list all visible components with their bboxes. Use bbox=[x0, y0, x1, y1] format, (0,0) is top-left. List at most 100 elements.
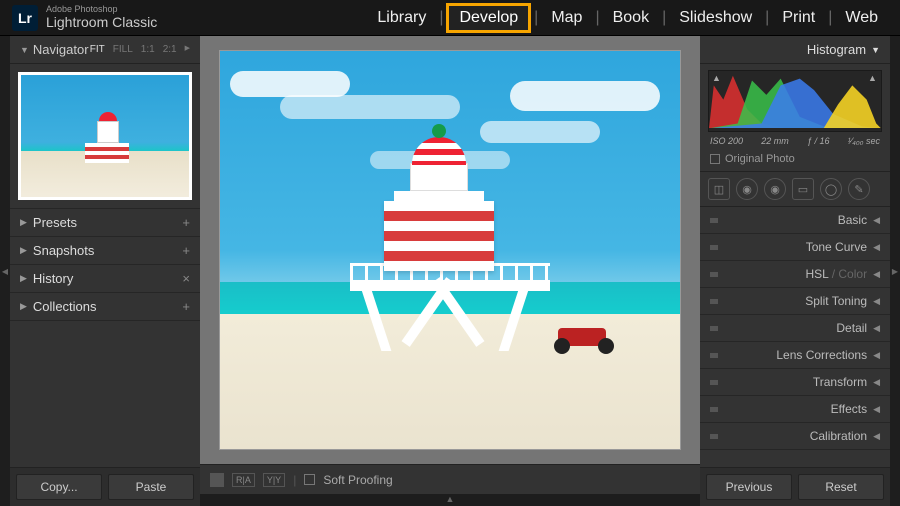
module-print[interactable]: Print bbox=[772, 5, 825, 31]
panel-toggle-icon[interactable] bbox=[710, 272, 718, 277]
chevron-left-icon: ◀ bbox=[873, 431, 880, 442]
panel-effects[interactable]: Effects ◀ bbox=[700, 396, 890, 423]
panel-label: Calibration bbox=[810, 429, 867, 443]
module-map[interactable]: Map bbox=[541, 5, 592, 31]
chevron-left-icon: ◀ bbox=[873, 215, 880, 226]
panel-label: Basic bbox=[838, 213, 867, 227]
module-book[interactable]: Book bbox=[603, 5, 659, 31]
panel-collections[interactable]: ▶ Collections + bbox=[10, 293, 200, 321]
panel-tone-curve[interactable]: Tone Curve ◀ bbox=[700, 234, 890, 261]
zoom-more-icon[interactable]: ▶ bbox=[185, 44, 190, 55]
zoom-fit[interactable]: FIT bbox=[90, 44, 105, 55]
panel-toggle-icon[interactable] bbox=[710, 299, 718, 304]
brush-tool-icon[interactable]: ✎ bbox=[848, 178, 870, 200]
panel-transform[interactable]: Transform ◀ bbox=[700, 369, 890, 396]
zoom-1-1[interactable]: 1:1 bbox=[141, 44, 155, 55]
panel-history[interactable]: ▶ History × bbox=[10, 265, 200, 293]
filmstrip-toggle[interactable]: ▲ bbox=[200, 494, 700, 506]
gradient-tool-icon[interactable]: ▭ bbox=[792, 178, 814, 200]
panel-label: Collections bbox=[33, 299, 97, 314]
clear-icon[interactable]: × bbox=[182, 271, 190, 286]
panel-detail[interactable]: Detail ◀ bbox=[700, 315, 890, 342]
zoom-2-1[interactable]: 2:1 bbox=[163, 44, 177, 55]
panel-label: Snapshots bbox=[33, 243, 94, 258]
canvas[interactable] bbox=[200, 36, 700, 464]
navigator-thumbnail[interactable] bbox=[18, 72, 192, 200]
chevron-down-icon: ▼ bbox=[871, 45, 880, 55]
histogram[interactable]: ▲ ▲ bbox=[708, 70, 882, 132]
reset-button[interactable]: Reset bbox=[798, 474, 884, 500]
panel-toggle-icon[interactable] bbox=[710, 380, 718, 385]
before-after-tb-button[interactable]: Y|Y bbox=[263, 473, 285, 487]
chevron-left-icon: ◀ bbox=[873, 377, 880, 388]
panel-label: Split Toning bbox=[805, 294, 867, 308]
left-panel-toggle[interactable]: ◀ bbox=[0, 36, 10, 506]
original-photo-checkbox[interactable] bbox=[710, 154, 720, 164]
app-logo: Lr Adobe Photoshop Lightroom Classic bbox=[12, 5, 157, 31]
panel-label: Presets bbox=[33, 215, 77, 230]
chevron-left-icon: ◀ bbox=[873, 404, 880, 415]
panel-label: Transform bbox=[813, 375, 867, 389]
panel-basic[interactable]: Basic ◀ bbox=[700, 207, 890, 234]
panel-split-toning[interactable]: Split Toning ◀ bbox=[700, 288, 890, 315]
exif-row: ISO 200 22 mm ƒ / 16 ¹⁄₄₀₀ sec bbox=[700, 134, 890, 150]
navigator-panel bbox=[10, 64, 200, 209]
right-panel-toggle[interactable]: ▶ bbox=[890, 36, 900, 506]
panel-calibration[interactable]: Calibration ◀ bbox=[700, 423, 890, 450]
before-after-lr-button[interactable]: R|A bbox=[232, 473, 255, 487]
panel-presets[interactable]: ▶ Presets + bbox=[10, 209, 200, 237]
original-photo-row[interactable]: Original Photo bbox=[700, 150, 890, 172]
photo-preview[interactable] bbox=[220, 51, 680, 449]
navigator-header[interactable]: ▼ Navigator FIT FILL 1:1 2:1 ▶ bbox=[10, 36, 200, 64]
photo-atv bbox=[550, 319, 620, 354]
panel-hsl-color[interactable]: HSL / Color ◀ bbox=[700, 261, 890, 288]
exif-focal: 22 mm bbox=[761, 136, 789, 146]
exif-iso: ISO 200 bbox=[710, 136, 743, 146]
panel-label: Effects bbox=[831, 402, 867, 416]
radial-tool-icon[interactable]: ◯ bbox=[820, 178, 842, 200]
chevron-right-icon: ▶ bbox=[20, 301, 27, 312]
exif-shutter: ¹⁄₄₀₀ sec bbox=[848, 136, 880, 146]
panel-toggle-icon[interactable] bbox=[710, 353, 718, 358]
histogram-header[interactable]: Histogram ▼ bbox=[700, 36, 890, 64]
chevron-down-icon: ▼ bbox=[20, 45, 29, 55]
exif-aperture: ƒ / 16 bbox=[807, 136, 830, 146]
previous-button[interactable]: Previous bbox=[706, 474, 792, 500]
bottom-toolbar: R|A Y|Y | Soft Proofing bbox=[200, 464, 700, 494]
crop-tool-icon[interactable]: ◫ bbox=[708, 178, 730, 200]
copy-button[interactable]: Copy... bbox=[16, 474, 102, 500]
chevron-left-icon: ◀ bbox=[873, 242, 880, 253]
photo-subject bbox=[350, 141, 530, 351]
loupe-view-icon[interactable] bbox=[210, 473, 224, 487]
panel-label: Detail bbox=[836, 321, 867, 335]
panel-toggle-icon[interactable] bbox=[710, 218, 718, 223]
panel-label: Tone Curve bbox=[806, 240, 867, 254]
panel-toggle-icon[interactable] bbox=[710, 407, 718, 412]
right-panel: Histogram ▼ ▲ ▲ ISO 200 22 mm ƒ / 16 ¹⁄₄… bbox=[700, 36, 890, 506]
panel-toggle-icon[interactable] bbox=[710, 434, 718, 439]
add-icon[interactable]: + bbox=[182, 299, 190, 314]
redeye-tool-icon[interactable]: ◉ bbox=[764, 178, 786, 200]
module-library[interactable]: Library bbox=[367, 5, 436, 31]
module-web[interactable]: Web bbox=[835, 5, 888, 31]
soft-proofing-checkbox[interactable] bbox=[304, 474, 315, 485]
module-picker: Library | Develop | Map | Book | Slidesh… bbox=[367, 3, 888, 33]
add-icon[interactable]: + bbox=[182, 243, 190, 258]
zoom-fill[interactable]: FILL bbox=[113, 44, 133, 55]
panel-toggle-icon[interactable] bbox=[710, 326, 718, 331]
panel-toggle-icon[interactable] bbox=[710, 245, 718, 250]
panel-label: History bbox=[33, 271, 73, 286]
soft-proofing-label: Soft Proofing bbox=[323, 473, 392, 487]
original-photo-label: Original Photo bbox=[725, 153, 795, 165]
paste-button[interactable]: Paste bbox=[108, 474, 194, 500]
panel-label: Lens Corrections bbox=[776, 348, 867, 362]
module-develop[interactable]: Develop bbox=[446, 3, 531, 33]
navigator-title: Navigator bbox=[33, 42, 89, 57]
panel-label: HSL bbox=[805, 267, 828, 281]
local-tools-row: ◫ ◉ ◉ ▭ ◯ ✎ bbox=[700, 172, 890, 207]
add-icon[interactable]: + bbox=[182, 215, 190, 230]
spot-tool-icon[interactable]: ◉ bbox=[736, 178, 758, 200]
panel-lens-corrections[interactable]: Lens Corrections ◀ bbox=[700, 342, 890, 369]
panel-snapshots[interactable]: ▶ Snapshots + bbox=[10, 237, 200, 265]
module-slideshow[interactable]: Slideshow bbox=[669, 5, 762, 31]
